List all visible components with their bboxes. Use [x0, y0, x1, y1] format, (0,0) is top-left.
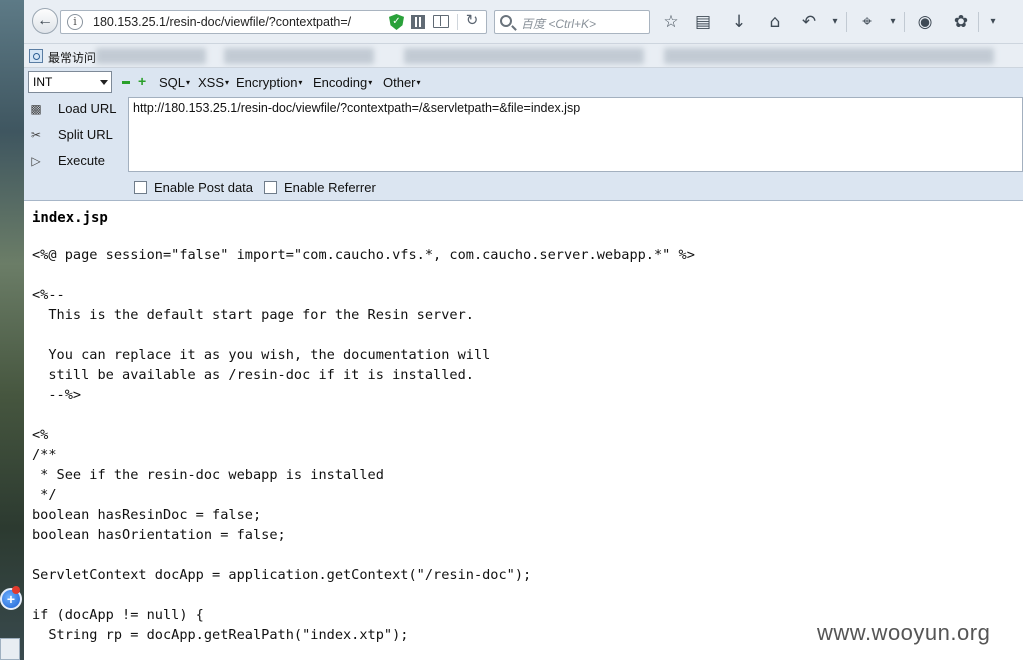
hackbar-type-select[interactable]: INT — [28, 71, 112, 93]
taskbar-fragment — [0, 638, 20, 660]
extension-icon[interactable]: ✿ — [950, 11, 972, 33]
security-shield-icon[interactable]: ✓ — [389, 14, 404, 30]
code-line: boolean hasResinDoc = false; — [32, 507, 262, 523]
back-button[interactable]: ← — [32, 8, 58, 34]
hackbar-select-value: INT — [33, 75, 53, 89]
hackbar-url-input[interactable]: http://180.153.25.1/resin-doc/viewfile/?… — [128, 97, 1023, 172]
code-line: */ — [32, 487, 57, 503]
download-icon[interactable]: ↓ — [728, 11, 750, 33]
screenshot-dropdown-icon[interactable]: ▾ — [882, 11, 904, 33]
code-line: <%-- — [32, 287, 65, 303]
qr-code-icon[interactable] — [411, 15, 425, 29]
execute-label: Execute — [58, 153, 105, 168]
menu-sql[interactable]: SQL — [159, 75, 190, 90]
menu-dropdown-icon[interactable]: ▾ — [982, 11, 1004, 33]
blurred-bookmarks — [404, 48, 644, 64]
code-line: if (docApp != null) { — [32, 607, 204, 623]
code-line: still be available as /resin-doc if it i… — [32, 367, 474, 383]
load-url-button[interactable]: ▩ Load URL — [24, 97, 124, 121]
code-line: <%@ page session="false" import="com.cau… — [32, 247, 695, 263]
navigation-toolbar: ← i 180.153.25.1/resin-doc/viewfile/?con… — [24, 0, 1023, 44]
undo-icon[interactable]: ↶ — [798, 11, 820, 33]
browser-window: ← i 180.153.25.1/resin-doc/viewfile/?con… — [24, 0, 1023, 660]
bookmark-most-visited[interactable]: 最常访问 — [48, 49, 96, 66]
reader-view-icon[interactable] — [433, 15, 449, 28]
blurred-bookmarks — [96, 48, 206, 64]
address-bar[interactable]: i 180.153.25.1/resin-doc/viewfile/?conte… — [60, 10, 487, 34]
scissors-icon: ✂ — [30, 128, 42, 142]
menu-encryption[interactable]: Encryption — [236, 75, 302, 90]
hackbar-actions: ▩ Load URL ✂ Split URL ▷ Execute — [24, 97, 126, 201]
desktop-background: + — [0, 0, 24, 660]
code-line: <% — [32, 427, 49, 443]
home-icon[interactable]: ⌂ — [764, 11, 786, 33]
search-placeholder[interactable]: 百度 <Ctrl+K> — [521, 15, 596, 32]
site-info-icon[interactable]: i — [67, 14, 83, 30]
blurred-bookmarks — [224, 48, 374, 64]
source-code: <%@ page session="false" import="com.cau… — [32, 245, 695, 645]
bookmarks-list-icon[interactable]: ▤ — [692, 11, 714, 33]
toolbar-divider — [904, 12, 905, 32]
page-content: index.jsp <%@ page session="false" impor… — [24, 201, 1023, 660]
menu-xss[interactable]: XSS — [198, 75, 229, 90]
address-divider — [457, 14, 458, 30]
checkbox[interactable] — [264, 181, 277, 194]
undo-dropdown-icon[interactable]: ▾ — [824, 11, 846, 33]
enable-post-label: Enable Post data — [154, 180, 254, 195]
address-text[interactable]: 180.153.25.1/resin-doc/viewfile/?context… — [93, 15, 383, 29]
menu-other[interactable]: Other — [383, 75, 421, 90]
watermark: www.wooyun.org — [817, 620, 991, 645]
most-visited-icon[interactable] — [29, 49, 43, 63]
reload-icon[interactable]: ↻ — [463, 12, 481, 30]
code-line: /** — [32, 447, 57, 463]
split-url-label: Split URL — [58, 127, 113, 142]
code-line: You can replace it as you wish, the docu… — [32, 347, 491, 363]
play-icon: ▷ — [31, 154, 41, 168]
bookmark-star-icon[interactable]: ☆ — [660, 11, 682, 33]
code-line: This is the default start page for the R… — [32, 307, 474, 323]
blurred-bookmarks — [664, 48, 994, 64]
enable-referrer-label: Enable Referrer — [284, 180, 376, 195]
execute-button[interactable]: ▷ Execute — [24, 149, 124, 173]
load-url-icon: ▩ — [30, 102, 42, 116]
code-line: boolean hasOrientation = false; — [32, 527, 286, 543]
menu-encoding[interactable]: Encoding — [313, 75, 372, 90]
search-bar[interactable]: 百度 <Ctrl+K> — [494, 10, 650, 34]
hackbar-panel: INT + SQL XSS Encryption Encoding Other … — [24, 68, 1023, 201]
file-title: index.jsp — [32, 210, 108, 226]
increase-icon[interactable]: + — [138, 74, 148, 88]
notification-dot — [12, 586, 20, 594]
crop-screenshot-icon[interactable]: ⌖ — [856, 11, 878, 33]
code-line: * See if the resin-doc webapp is install… — [32, 467, 384, 483]
checkbox[interactable] — [134, 181, 147, 194]
load-url-label: Load URL — [58, 101, 117, 116]
code-line: ServletContext docApp = application.getC… — [32, 567, 532, 583]
search-icon[interactable] — [500, 15, 512, 27]
chevron-down-icon — [100, 80, 108, 85]
toolbar-divider — [978, 12, 979, 32]
split-url-button[interactable]: ✂ Split URL — [24, 123, 124, 147]
toolbar-divider — [846, 12, 847, 32]
chat-icon[interactable]: ◉ — [914, 11, 936, 33]
code-line: --%> — [32, 387, 82, 403]
bookmarks-toolbar: 最常访问 — [24, 44, 1023, 68]
decrease-icon[interactable] — [122, 81, 130, 84]
code-line: String rp = docApp.getRealPath("index.xt… — [32, 627, 409, 643]
